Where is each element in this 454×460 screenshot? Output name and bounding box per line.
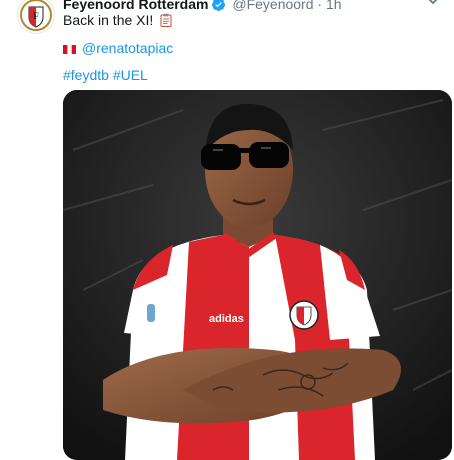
- svg-text:F: F: [33, 11, 39, 21]
- tweet-text-line-1: Back in the XI!: [63, 11, 172, 31]
- tweet-text-line-3: #feydtb #UEL: [63, 66, 148, 84]
- peru-flag-icon: [63, 40, 76, 58]
- avatar[interactable]: F: [18, 0, 54, 33]
- mention-link[interactable]: @renatotapiac: [82, 40, 173, 56]
- tweet-text: Back in the XI!: [63, 12, 154, 28]
- chevron-down-icon[interactable]: [426, 0, 440, 8]
- tweet-text-line-2: @renatotapiac: [63, 39, 173, 58]
- verified-badge-icon: [211, 0, 226, 16]
- player-photo: adidas rkom: [63, 90, 452, 460]
- handle[interactable]: @Feyenoord: [232, 0, 313, 12]
- clipboard-icon: [160, 13, 172, 31]
- feyenoord-crest-icon: F: [19, 0, 53, 32]
- shirt-brand: adidas: [209, 313, 244, 325]
- tweet-media[interactable]: adidas rkom: [63, 90, 452, 460]
- timestamp[interactable]: 1h: [326, 0, 342, 12]
- hashtags-link[interactable]: #feydtb #UEL: [63, 67, 148, 83]
- separator: ·: [317, 0, 323, 12]
